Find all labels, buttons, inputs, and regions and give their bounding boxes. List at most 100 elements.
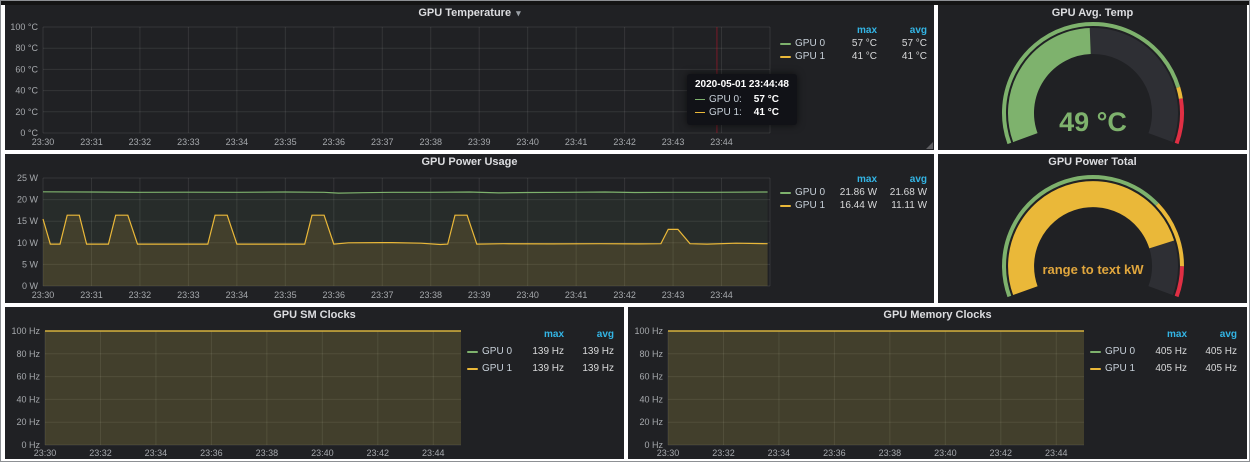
legend-value: 139 Hz: [564, 363, 614, 374]
y-tick-label: 40 Hz: [639, 394, 663, 404]
legend-gpu-sm-clocks: maxavgcurrentGPU 0139 Hz139 Hz139 HzGPU …: [467, 326, 624, 459]
legend-series-gpu0[interactable]: GPU 0: [780, 38, 825, 49]
y-tick-label: 40 Hz: [16, 394, 40, 404]
legend-header-avg[interactable]: avg: [564, 329, 614, 340]
series-swatch-gpu0: —: [695, 94, 705, 105]
chart-area-gpu-power-usage[interactable]: 0 W5 W10 W15 W20 W25 W23:3023:3123:3223:…: [5, 170, 780, 303]
panel-gpu-memory-clocks: GPU Memory Clocks 0 Hz20 Hz40 Hz60 Hz80 …: [628, 307, 1247, 459]
legend-value: 57 °C: [927, 38, 934, 49]
gauge-gpu-avg-temp: 49 °C: [938, 21, 1247, 150]
series-swatch-icon: [780, 56, 791, 58]
legend-value: 405 Hz: [1187, 346, 1237, 357]
legend-row: GPU 0405 Hz405 Hz405 Hz: [1090, 343, 1247, 360]
legend-series-gpu0[interactable]: GPU 0: [780, 187, 825, 198]
x-tick-label: 23:44: [710, 290, 733, 300]
legend-value: 139 Hz: [564, 346, 614, 357]
panel-gpu-power-total: GPU Power Total range to text kW: [938, 154, 1247, 303]
legend-value: 41 °C: [927, 51, 934, 62]
series-swatch-icon: [1090, 351, 1101, 353]
legend-series-gpu1[interactable]: GPU 1: [1090, 363, 1135, 374]
x-tick-label: 23:30: [657, 448, 680, 458]
gauge-threshold-ring: [1178, 87, 1181, 98]
legend-value: 21.77 W: [927, 187, 934, 198]
chart-svg-gpu-memory-clocks: 0 Hz20 Hz40 Hz60 Hz80 Hz100 Hz23:3023:32…: [628, 323, 1090, 459]
panel-title-gpu-power-total[interactable]: GPU Power Total: [938, 154, 1247, 170]
series-swatch-icon: [780, 205, 791, 207]
series-swatch-icon: [467, 351, 478, 353]
x-tick-label: 23:36: [200, 448, 223, 458]
y-tick-label: 20 °C: [15, 107, 38, 117]
gauge-track: [1161, 244, 1165, 290]
x-tick-label: 23:35: [274, 137, 297, 147]
legend-header-avg[interactable]: avg: [877, 174, 927, 185]
legend-row: GPU 141 °C41 °C41 °C: [780, 50, 934, 63]
y-tick-label: 80 °C: [15, 43, 38, 53]
x-tick-label: 23:30: [32, 137, 55, 147]
legend-header-avg[interactable]: avg: [877, 25, 927, 36]
legend-header-current[interactable]: current: [927, 174, 934, 185]
x-tick-label: 23:34: [226, 290, 249, 300]
legend-value: 57 °C: [877, 38, 927, 49]
legend-series-gpu1[interactable]: GPU 1: [467, 363, 512, 374]
y-tick-label: 40 °C: [15, 86, 38, 96]
gauge-svg-gpu-avg-temp: 49 °C: [938, 21, 1247, 150]
gauge-value: range to text kW: [1042, 262, 1144, 277]
x-tick-label: 23:32: [89, 448, 112, 458]
panel-gpu-power-usage: GPU Power Usage 0 W5 W10 W15 W20 W25 W23…: [5, 154, 934, 303]
x-tick-label: 23:40: [516, 290, 539, 300]
legend-header-current[interactable]: current: [614, 329, 624, 340]
legend-header-current[interactable]: current: [1237, 329, 1247, 340]
chart-area-gpu-memory-clocks[interactable]: 0 Hz20 Hz40 Hz60 Hz80 Hz100 Hz23:3023:32…: [628, 323, 1090, 459]
x-tick-label: 23:35: [274, 290, 297, 300]
y-tick-label: 5 W: [22, 259, 39, 269]
y-tick-label: 20 Hz: [16, 417, 40, 427]
y-tick-label: 80 Hz: [16, 349, 40, 359]
legend-value: 405 Hz: [1135, 346, 1187, 357]
x-tick-label: 23:41: [565, 290, 588, 300]
gauge-svg-gpu-power-total: range to text kW: [938, 170, 1247, 303]
panel-title-gpu-temperature[interactable]: GPU Temperature▾: [5, 5, 934, 21]
x-tick-label: 23:32: [129, 137, 152, 147]
panel-title-gpu-power-usage[interactable]: GPU Power Usage: [5, 154, 934, 170]
legend-value: 405 Hz: [1187, 363, 1237, 374]
x-tick-label: 23:36: [323, 290, 346, 300]
series-swatch-icon: [780, 43, 791, 45]
legend-header-max[interactable]: max: [512, 329, 564, 340]
chart-area-gpu-sm-clocks[interactable]: 0 Hz20 Hz40 Hz60 Hz80 Hz100 Hz23:3023:32…: [5, 323, 467, 459]
legend-row: GPU 1405 Hz405 Hz405 Hz: [1090, 360, 1247, 377]
chevron-down-icon: ▾: [516, 8, 521, 18]
y-tick-label: 20 W: [17, 195, 39, 205]
tooltip-series-name: GPU 1:: [709, 107, 742, 118]
resize-handle[interactable]: [926, 142, 933, 149]
panel-title-gpu-memory-clocks[interactable]: GPU Memory Clocks: [628, 307, 1247, 323]
chart-tooltip: 2020-05-01 23:44:48 — GPU 0: 57 °C — GPU…: [687, 74, 797, 125]
legend-header-max[interactable]: max: [825, 25, 877, 36]
legend-value: 21.68 W: [877, 187, 927, 198]
legend-gpu-temperature: maxavgcurrentGPU 057 °C57 °C57 °CGPU 141…: [780, 24, 934, 150]
panel-title-gpu-sm-clocks[interactable]: GPU SM Clocks: [5, 307, 624, 323]
panel-title-text: GPU Power Total: [1048, 156, 1136, 168]
chart-area-gpu-temperature[interactable]: 0 °C20 °C40 °C60 °C80 °C100 °C23:3023:31…: [5, 21, 780, 150]
x-tick-label: 23:36: [823, 448, 846, 458]
legend-header-avg[interactable]: avg: [1187, 329, 1237, 340]
legend-series-gpu1[interactable]: GPU 1: [780, 200, 825, 211]
panel-title-gpu-avg-temp[interactable]: GPU Avg. Temp: [938, 5, 1247, 21]
chart-svg-gpu-sm-clocks: 0 Hz20 Hz40 Hz60 Hz80 Hz100 Hz23:3023:32…: [5, 323, 467, 459]
legend-header-max[interactable]: max: [825, 174, 877, 185]
x-tick-label: 23:38: [256, 448, 279, 458]
legend-series-gpu0[interactable]: GPU 0: [1090, 346, 1135, 357]
legend-header-current[interactable]: current: [927, 25, 934, 36]
x-tick-label: 23:31: [80, 290, 103, 300]
x-tick-label: 23:36: [323, 137, 346, 147]
legend-value: 405 Hz: [1135, 363, 1187, 374]
tooltip-row: — GPU 0: 57 °C: [695, 93, 789, 106]
legend-series-gpu0[interactable]: GPU 0: [467, 346, 512, 357]
x-tick-label: 23:44: [710, 137, 733, 147]
legend-series-gpu1[interactable]: GPU 1: [780, 51, 825, 62]
legend-row: GPU 1139 Hz139 Hz139 Hz: [467, 360, 624, 377]
panel-title-text: GPU Power Usage: [422, 156, 518, 168]
x-tick-label: 23:32: [712, 448, 735, 458]
legend-header-max[interactable]: max: [1135, 329, 1187, 340]
x-tick-label: 23:42: [613, 137, 636, 147]
panel-title-text: GPU Memory Clocks: [883, 309, 991, 321]
